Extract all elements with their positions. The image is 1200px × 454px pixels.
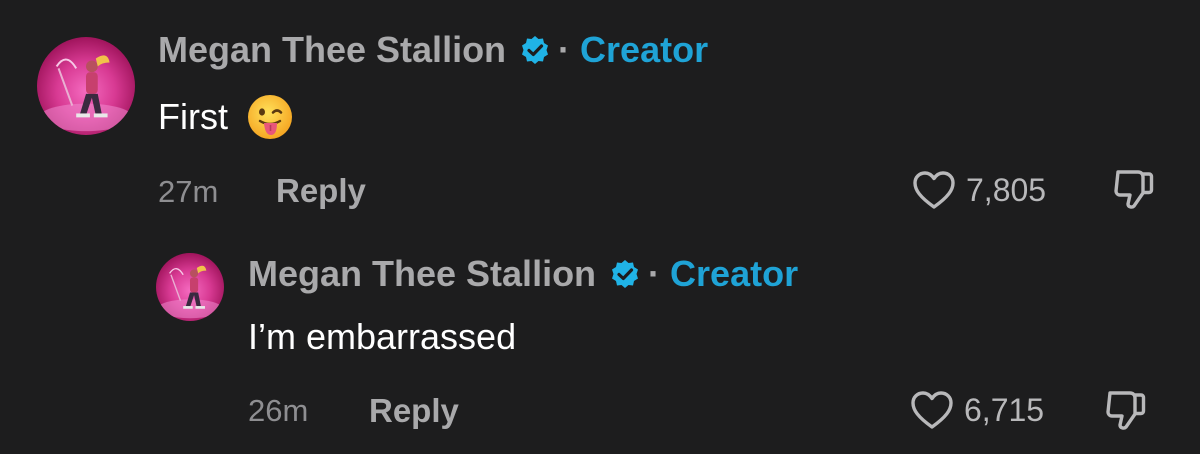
- separator-dot: ·: [648, 253, 661, 294]
- avatar[interactable]: [37, 37, 135, 135]
- comment-body: I’m embarrassed: [248, 316, 517, 357]
- comment-time: 27m: [158, 174, 219, 209]
- comment-text: I’m embarrassed: [248, 316, 516, 358]
- separator-dot: ·: [558, 29, 571, 70]
- like-count: 7,805: [966, 171, 1047, 208]
- verified-badge-icon: [610, 259, 640, 289]
- reply-button[interactable]: Reply: [369, 392, 459, 430]
- thumbs-down-icon[interactable]: [1112, 168, 1156, 212]
- heart-icon: [911, 391, 953, 429]
- comment-header: Megan Thee Stallion · Creator: [248, 253, 798, 295]
- like-button[interactable]: 6,715: [910, 390, 1044, 430]
- tongue-emoji-icon: [246, 93, 294, 141]
- like-count: 6,715: [964, 391, 1045, 428]
- creator-badge: Creator: [580, 29, 709, 70]
- reply-button[interactable]: Reply: [276, 172, 366, 210]
- heart-icon: [913, 171, 955, 209]
- author-name[interactable]: Megan Thee Stallion: [248, 253, 596, 295]
- creator-badge: Creator: [670, 253, 799, 294]
- comment-header: Megan Thee Stallion · Creator: [158, 29, 708, 71]
- verified-badge-icon: [520, 35, 550, 65]
- thumbs-down-icon[interactable]: [1104, 389, 1148, 433]
- comment-text: First: [158, 93, 294, 141]
- avatar[interactable]: [156, 253, 224, 321]
- comment-body: First: [158, 96, 228, 137]
- like-button[interactable]: 7,805: [912, 170, 1046, 210]
- comment-time: 26m: [248, 393, 309, 428]
- author-name[interactable]: Megan Thee Stallion: [158, 29, 506, 71]
